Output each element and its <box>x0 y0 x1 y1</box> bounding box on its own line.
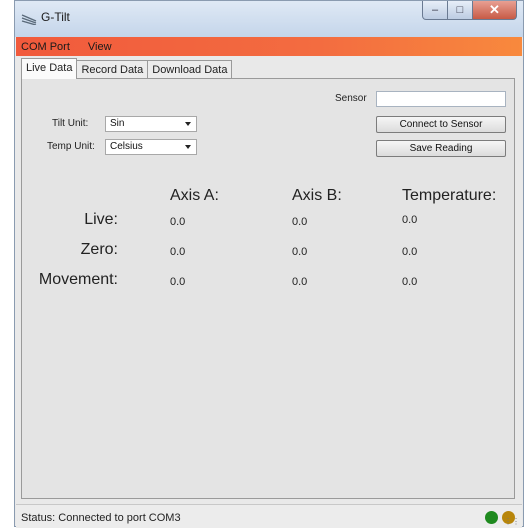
row-label-zero: Zero: <box>80 241 118 258</box>
tab-strip: Live Data Record Data Download Data <box>21 58 233 79</box>
live-data-panel: Sensor Tilt Unit: Sin Temp Unit: Celsius… <box>21 78 515 499</box>
zero-axis-a: 0.0 <box>170 246 186 258</box>
maximize-button[interactable]: □ <box>448 1 473 20</box>
header-temperature: Temperature: <box>402 187 497 204</box>
movement-axis-a: 0.0 <box>170 276 186 288</box>
maximize-icon: □ <box>456 4 464 16</box>
tilt-unit-select[interactable]: Sin <box>105 116 197 132</box>
window-controls: – □ ✕ <box>422 1 517 21</box>
temp-unit-select[interactable]: Celsius <box>105 139 197 155</box>
header-axis-a: Axis A: <box>170 187 219 204</box>
row-label-live: Live: <box>84 211 118 228</box>
minimize-button[interactable]: – <box>422 1 448 20</box>
resize-grip-icon[interactable]: ⋮⋮ <box>504 517 520 526</box>
chevron-down-icon <box>185 122 191 126</box>
menu-bar: COM Port View <box>16 37 522 56</box>
live-axis-a: 0.0 <box>170 216 186 228</box>
tab-record-data[interactable]: Record Data <box>76 60 149 79</box>
tab-download-data[interactable]: Download Data <box>147 60 233 79</box>
sensor-label: Sensor <box>335 93 367 104</box>
sensor-input[interactable] <box>376 91 506 107</box>
menu-com-port[interactable]: COM Port <box>16 41 79 53</box>
movement-temperature: 0.0 <box>402 276 418 288</box>
movement-axis-b: 0.0 <box>292 276 308 288</box>
live-axis-b: 0.0 <box>292 216 308 228</box>
tab-live-data[interactable]: Live Data <box>21 58 78 79</box>
header-axis-b: Axis B: <box>292 187 342 204</box>
window-title: G-Tilt <box>41 10 70 24</box>
chevron-down-icon <box>185 145 191 149</box>
live-temperature: 0.0 <box>402 214 418 226</box>
app-icon <box>21 14 37 25</box>
temp-unit-label: Temp Unit: <box>47 141 95 152</box>
zero-axis-b: 0.0 <box>292 246 308 258</box>
tilt-unit-value: Sin <box>110 118 125 129</box>
app-window: G-Tilt – □ ✕ COM Port View Live Data Rec… <box>14 0 524 528</box>
green-led-icon <box>485 511 498 524</box>
title-bar: G-Tilt – □ ✕ <box>15 1 523 37</box>
menu-view[interactable]: View <box>79 41 121 53</box>
status-bar: Status: Connected to port COM3 ⋮⋮ <box>16 504 522 528</box>
close-button[interactable]: ✕ <box>473 1 517 20</box>
status-text: Status: Connected to port COM3 <box>21 512 181 524</box>
close-icon: ✕ <box>489 2 500 17</box>
row-label-movement: Movement: <box>38 271 118 288</box>
connect-to-sensor-button[interactable]: Connect to Sensor <box>376 116 506 133</box>
save-reading-button[interactable]: Save Reading <box>376 140 506 157</box>
minimize-icon: – <box>431 4 439 16</box>
temp-unit-value: Celsius <box>110 141 143 152</box>
zero-temperature: 0.0 <box>402 246 418 258</box>
tilt-unit-label: Tilt Unit: <box>52 118 89 129</box>
